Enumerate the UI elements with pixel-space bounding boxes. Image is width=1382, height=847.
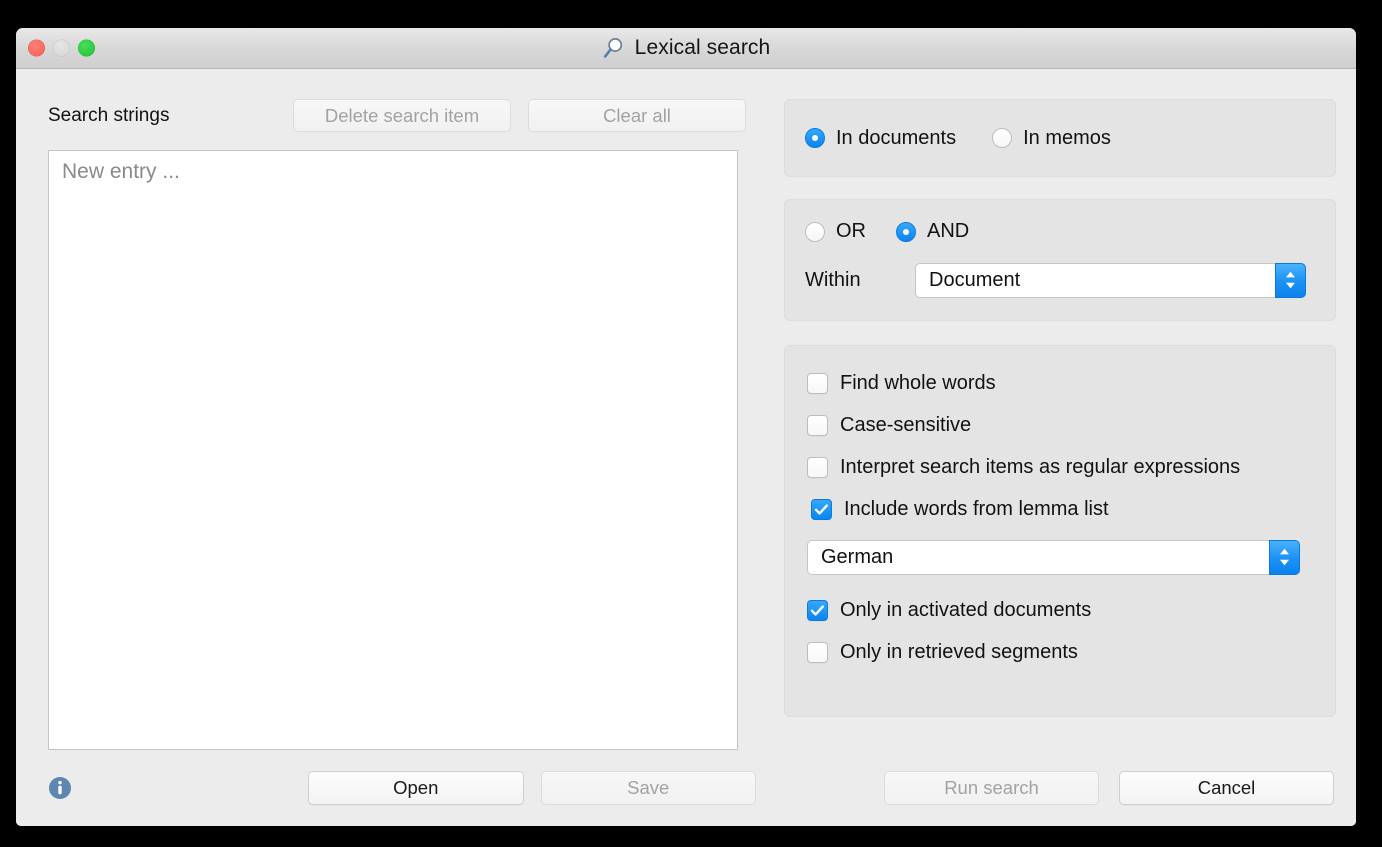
magnifier-icon [602, 36, 626, 60]
checkbox-case-sensitive-label: Case-sensitive [840, 414, 972, 436]
checkbox-only-retrieved-segments[interactable]: Only in retrieved segments [807, 641, 1335, 664]
lemma-language-select[interactable]: German [807, 540, 1300, 575]
dialog-body: Search strings Delete search item Clear … [16, 69, 1356, 826]
radio-in-documents-label: In documents [836, 126, 957, 149]
scope-radio-row: In documents In memos [805, 127, 1111, 150]
scope-group: In documents In memos [784, 99, 1336, 177]
lemma-language-stepper-icon[interactable] [1269, 540, 1300, 575]
radio-in-memos-label: In memos [1023, 126, 1111, 149]
close-window-button[interactable] [28, 39, 45, 57]
search-strings-panel: Search strings Delete search item Clear … [48, 99, 756, 750]
search-options-panel: In documents In memos OR AND Within Docu… [784, 99, 1336, 717]
operator-group: OR AND Within Document [784, 199, 1336, 321]
checkbox-lemma-list-indicator[interactable] [811, 499, 832, 520]
run-search-button[interactable]: Run search [884, 771, 1099, 805]
delete-search-item-button[interactable]: Delete search item [293, 99, 511, 132]
search-strings-list[interactable]: New entry ... [48, 150, 738, 750]
window-title-group: Lexical search [602, 36, 771, 60]
window-title: Lexical search [634, 36, 771, 59]
zoom-window-button[interactable] [78, 39, 95, 57]
minimize-window-button [53, 39, 70, 57]
checkbox-find-whole-words-label: Find whole words [840, 372, 996, 394]
checkbox-regular-expressions[interactable]: Interpret search items as regular expres… [807, 456, 1335, 479]
radio-in-documents[interactable]: In documents [805, 127, 956, 150]
traffic-light-group [28, 39, 95, 57]
right-footer: Run search Cancel [884, 771, 1334, 805]
checkbox-regular-expressions-indicator[interactable] [807, 457, 828, 478]
open-button[interactable]: Open [308, 771, 524, 805]
checkbox-only-activated-documents[interactable]: Only in activated documents [807, 599, 1335, 622]
checkbox-only-activated-documents-label: Only in activated documents [840, 599, 1092, 621]
search-strings-header: Search strings Delete search item Clear … [48, 99, 756, 132]
checkbox-only-retrieved-segments-indicator[interactable] [807, 642, 828, 663]
options-group: Find whole words Case-sensitive Interpre… [784, 345, 1336, 717]
radio-and-label: AND [927, 220, 970, 242]
cancel-button[interactable]: Cancel [1119, 771, 1334, 805]
radio-and[interactable]: AND [896, 220, 969, 243]
search-strings-label: Search strings [48, 104, 170, 126]
within-row: Within Document [805, 263, 1335, 298]
radio-or[interactable]: OR [805, 220, 866, 243]
search-strings-new-entry[interactable]: New entry ... [62, 160, 737, 184]
radio-or-indicator[interactable] [805, 221, 825, 242]
within-select-value: Document [929, 269, 1021, 291]
lexical-search-window: Lexical search Search strings Delete sea… [16, 28, 1356, 826]
checkbox-find-whole-words-indicator[interactable] [807, 373, 828, 394]
checkbox-case-sensitive-indicator[interactable] [807, 415, 828, 436]
lemma-language-value: German [821, 546, 894, 568]
checkbox-lemma-list-label: Include words from lemma list [844, 498, 1109, 520]
radio-in-memos[interactable]: In memos [992, 127, 1111, 150]
left-footer: Open Save [48, 771, 756, 805]
checkbox-only-retrieved-segments-label: Only in retrieved segments [840, 641, 1078, 663]
checkbox-case-sensitive[interactable]: Case-sensitive [807, 414, 1335, 437]
checkbox-lemma-list[interactable]: Include words from lemma list [811, 498, 1335, 521]
within-select-stepper-icon[interactable] [1275, 263, 1306, 298]
radio-in-documents-indicator[interactable] [805, 128, 825, 148]
checkbox-only-activated-documents-indicator[interactable] [807, 600, 828, 621]
save-button[interactable]: Save [540, 771, 756, 805]
clear-all-button[interactable]: Clear all [528, 99, 746, 132]
info-icon[interactable] [48, 776, 72, 800]
within-select[interactable]: Document [915, 263, 1306, 298]
radio-in-memos-indicator[interactable] [992, 128, 1013, 148]
radio-or-label: OR [836, 220, 866, 242]
operator-radio-row: OR AND [805, 220, 1335, 243]
checkbox-regular-expressions-label: Interpret search items as regular expres… [840, 456, 1241, 478]
radio-and-indicator[interactable] [896, 221, 916, 242]
within-label: Within [805, 269, 861, 291]
window-titlebar: Lexical search [16, 28, 1356, 69]
checkbox-find-whole-words[interactable]: Find whole words [807, 372, 1335, 395]
